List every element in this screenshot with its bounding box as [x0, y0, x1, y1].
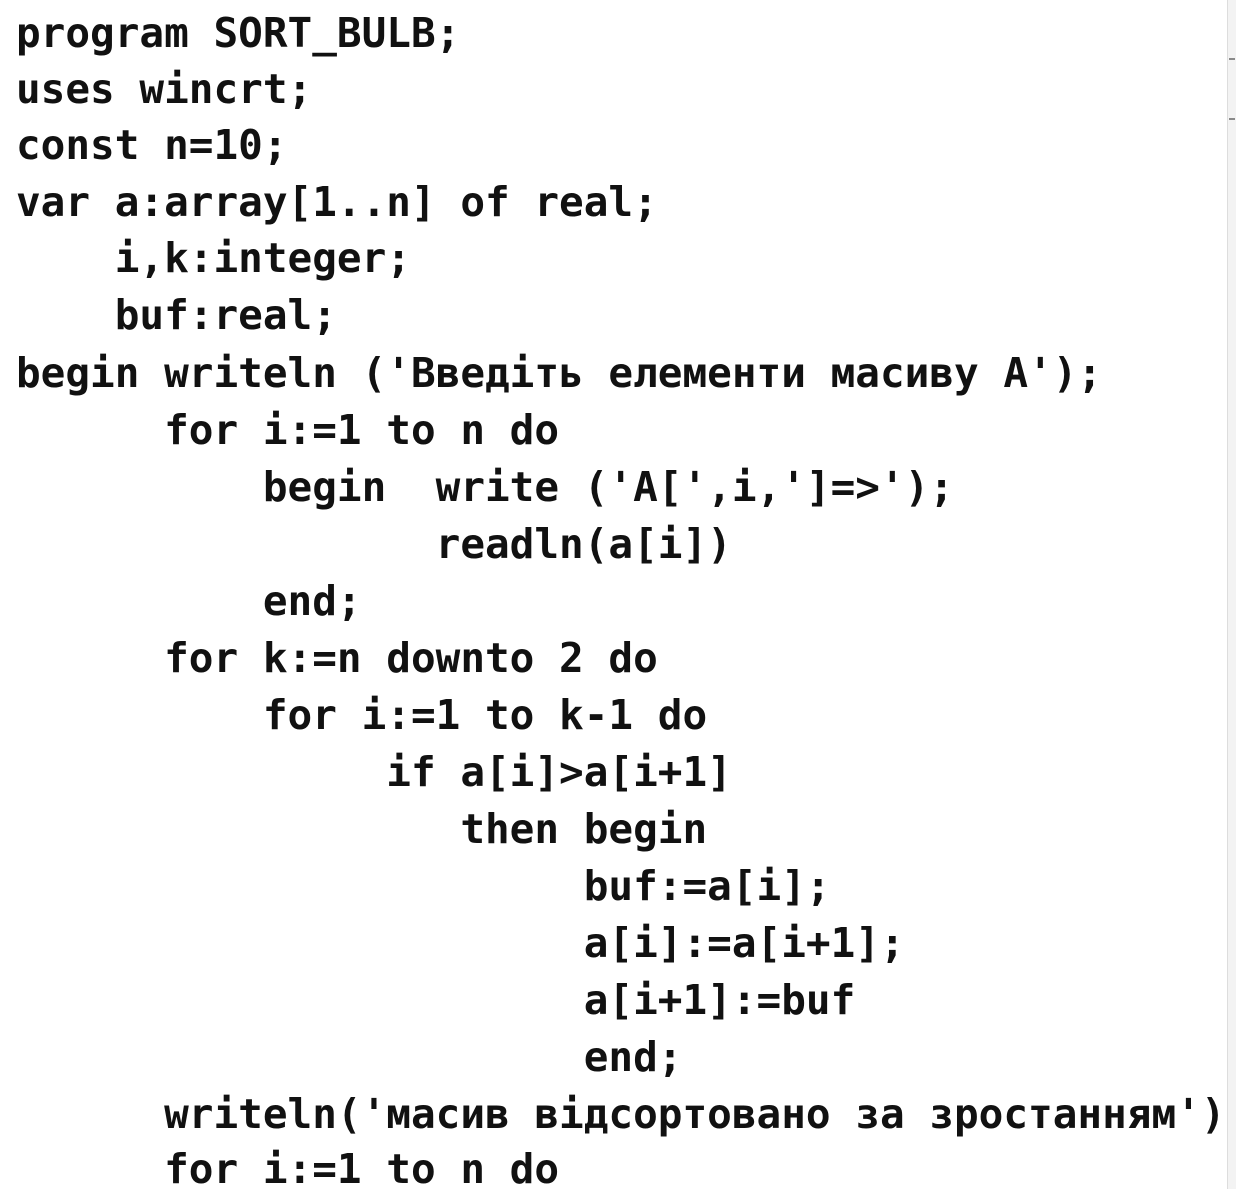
code-line: for k:=n downto 2 do [16, 634, 658, 682]
code-line: a[i]:=a[i+1]; [16, 919, 905, 967]
scroll-tick-icon [1229, 58, 1235, 60]
code-line: readln(a[i]) [16, 520, 732, 568]
code-line: const n=10; [16, 121, 288, 169]
scroll-tick-icon [1229, 118, 1235, 120]
code-line: for i:=1 to n do [16, 406, 560, 454]
code-line: var a:array[1..n] of real; [16, 178, 658, 226]
code-line: begin write ('A[',i,']=>'); [16, 463, 954, 511]
code-line: buf:real; [16, 291, 337, 339]
code-line: for i:=1 to k-1 do [16, 691, 708, 739]
code-line: begin writeln ('Введіть елементи масиву … [16, 349, 1103, 397]
code-line: for i:=1 to n do [16, 1145, 560, 1189]
code-editor[interactable]: program SORT_BULB; uses wincrt; const n=… [0, 0, 1228, 1189]
vertical-scrollbar[interactable] [1227, 0, 1236, 1189]
code-line: program SORT_BULB; [16, 9, 461, 57]
code-line: uses wincrt; [16, 65, 313, 113]
code-line: end; [16, 577, 362, 625]
code-line: buf:=a[i]; [16, 862, 831, 910]
code-line: writeln('масив відсортовано за зростання… [16, 1090, 1228, 1138]
code-line: i,k:integer; [16, 234, 411, 282]
code-line: then begin [16, 805, 708, 853]
code-line: if a[i]>a[i+1] [16, 748, 732, 796]
code-line: end; [16, 1033, 683, 1081]
code-line: a[i+1]:=buf [16, 976, 856, 1024]
